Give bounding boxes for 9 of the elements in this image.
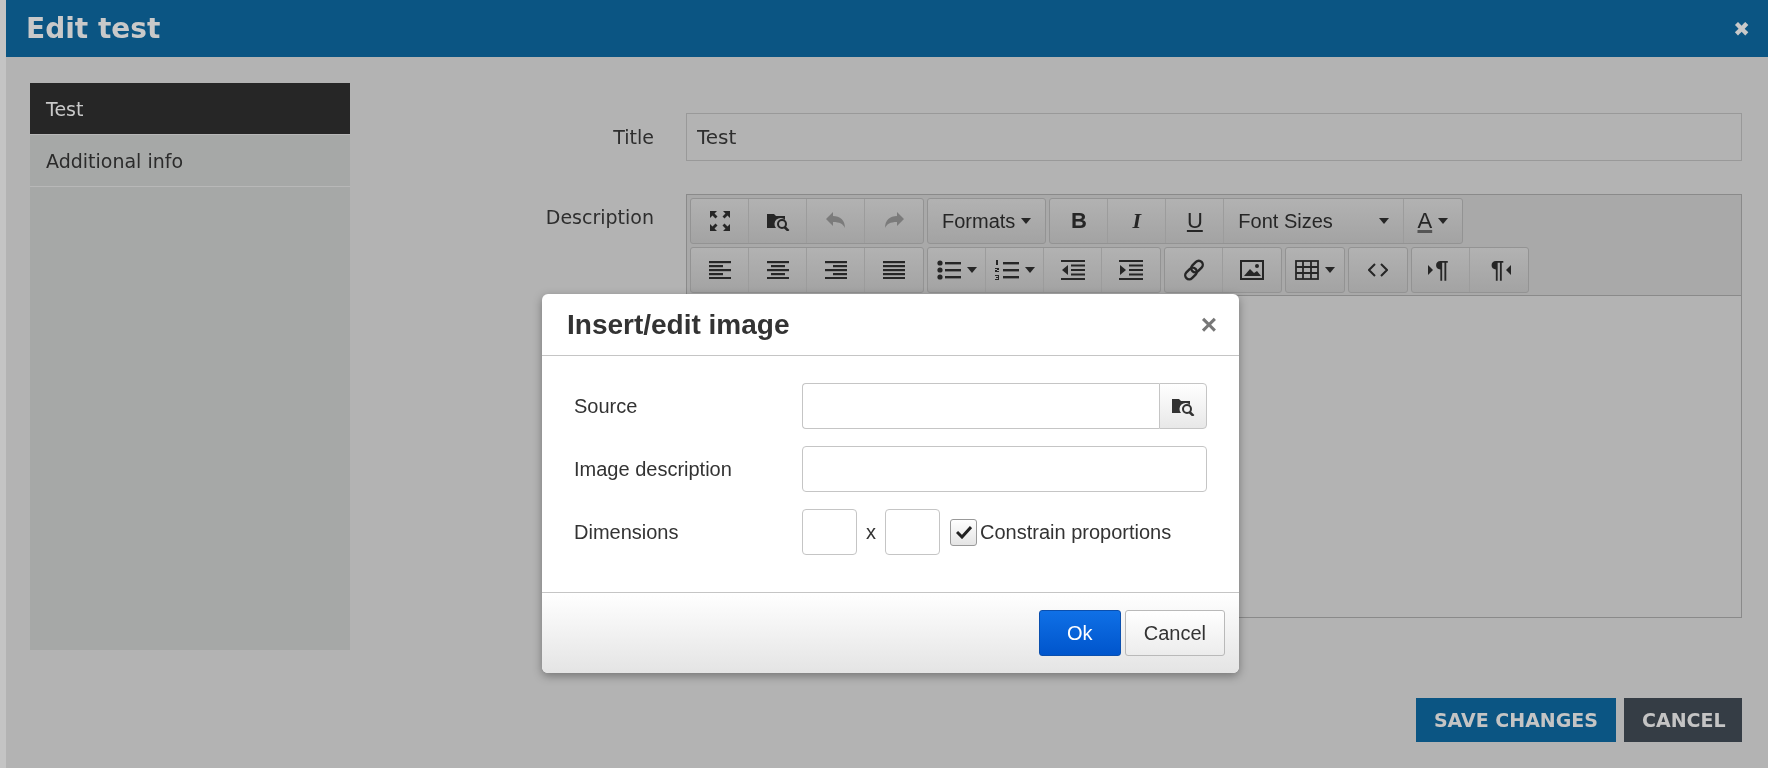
window-title: Edit test [26,12,161,45]
dialog-title: Insert/edit image [567,308,790,341]
field-label: Source [574,394,639,418]
field-label: Dimensions [574,520,680,544]
checkbox-label: Constrain proportions [980,520,1172,544]
field-label: Description [544,205,654,228]
field-label: Title [612,126,654,148]
dimension-separator: x [866,520,876,544]
field-label: Image description [574,457,733,481]
